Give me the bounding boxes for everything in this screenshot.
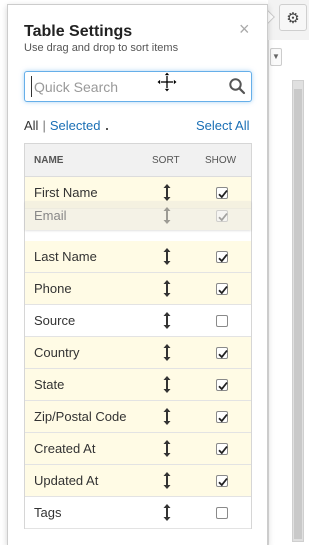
quick-search: [24, 71, 252, 102]
table-header: NAME SORT SHOW: [25, 144, 251, 177]
table-row[interactable]: Updated At: [25, 465, 251, 497]
table-row[interactable]: Source: [25, 305, 251, 337]
column-name: Tags: [34, 505, 62, 520]
column-name: Last Name: [34, 249, 97, 264]
scrollbar-thumb[interactable]: [294, 89, 302, 539]
table-row[interactable]: Phone: [25, 273, 251, 305]
sort-handle-icon[interactable]: [163, 184, 171, 201]
show-checkbox[interactable]: [216, 347, 228, 359]
table-row[interactable]: Created At: [25, 433, 251, 465]
search-input[interactable]: [31, 76, 223, 97]
gear-icon: ⚙: [286, 9, 300, 27]
scrollbar[interactable]: [292, 80, 304, 542]
dragging-row-label: Email: [34, 208, 67, 223]
show-checkbox[interactable]: [216, 443, 228, 455]
close-icon[interactable]: ×: [239, 19, 250, 40]
column-name: Zip/Postal Code: [34, 409, 127, 424]
header-sort: SORT: [152, 155, 180, 166]
header-show: SHOW: [205, 155, 237, 166]
popover-subtitle: Use drag and drop to sort items: [24, 42, 179, 54]
show-checkbox[interactable]: [216, 507, 228, 519]
sort-handle-icon[interactable]: [163, 376, 171, 393]
dragging-row[interactable]: Email: [25, 201, 251, 230]
filter-selected-link[interactable]: Selected: [50, 118, 101, 133]
show-checkbox[interactable]: [216, 187, 228, 199]
show-checkbox[interactable]: [216, 411, 228, 423]
column-name: State: [34, 377, 65, 392]
column-name: Country: [34, 345, 80, 360]
sort-handle-icon[interactable]: [163, 344, 171, 361]
column-name: Phone: [34, 281, 72, 296]
table-row[interactable]: State: [25, 369, 251, 401]
table-settings-button[interactable]: ⚙: [279, 4, 307, 31]
dropdown-caret-icon[interactable]: ▼: [270, 48, 282, 66]
sort-handle-icon[interactable]: [163, 312, 171, 329]
sort-handle-icon[interactable]: [163, 440, 171, 457]
sort-handle-icon[interactable]: [163, 408, 171, 425]
table-row[interactable]: Tags: [25, 497, 251, 529]
text-caret-dot: [106, 128, 108, 130]
search-icon[interactable]: [228, 77, 246, 95]
show-checkbox[interactable]: [216, 283, 228, 295]
select-all-link[interactable]: Select All: [196, 118, 249, 133]
column-name: First Name: [34, 185, 98, 200]
column-name: Updated At: [34, 473, 99, 488]
filter-separator: |: [42, 118, 46, 133]
sort-handle-icon[interactable]: [163, 504, 171, 521]
popover-title: Table Settings: [24, 23, 133, 40]
sort-handle-icon[interactable]: [163, 472, 171, 489]
sort-handle-icon[interactable]: [163, 280, 171, 297]
show-checkbox[interactable]: [216, 475, 228, 487]
columns-table: NAME SORT SHOW First Name Last Name Phone S…: [24, 143, 252, 529]
table-settings-popover: Table Settings Use drag and drop to sort…: [7, 4, 268, 545]
filter-links: All | Selected: [24, 118, 100, 133]
table-row[interactable]: Last Name: [25, 241, 251, 273]
show-checkbox[interactable]: [216, 379, 228, 391]
move-cursor-icon: [156, 71, 178, 93]
show-checkbox[interactable]: [216, 315, 228, 327]
column-name: Created At: [34, 441, 96, 456]
table-row[interactable]: Zip/Postal Code: [25, 401, 251, 433]
header-name: NAME: [34, 155, 64, 166]
show-checkbox[interactable]: [216, 210, 228, 222]
show-checkbox[interactable]: [216, 251, 228, 263]
column-name: Source: [34, 313, 76, 328]
table-row[interactable]: Country: [25, 337, 251, 369]
filter-all-link[interactable]: All: [24, 118, 38, 133]
sort-handle-icon[interactable]: [163, 207, 171, 224]
sort-handle-icon[interactable]: [163, 248, 171, 265]
